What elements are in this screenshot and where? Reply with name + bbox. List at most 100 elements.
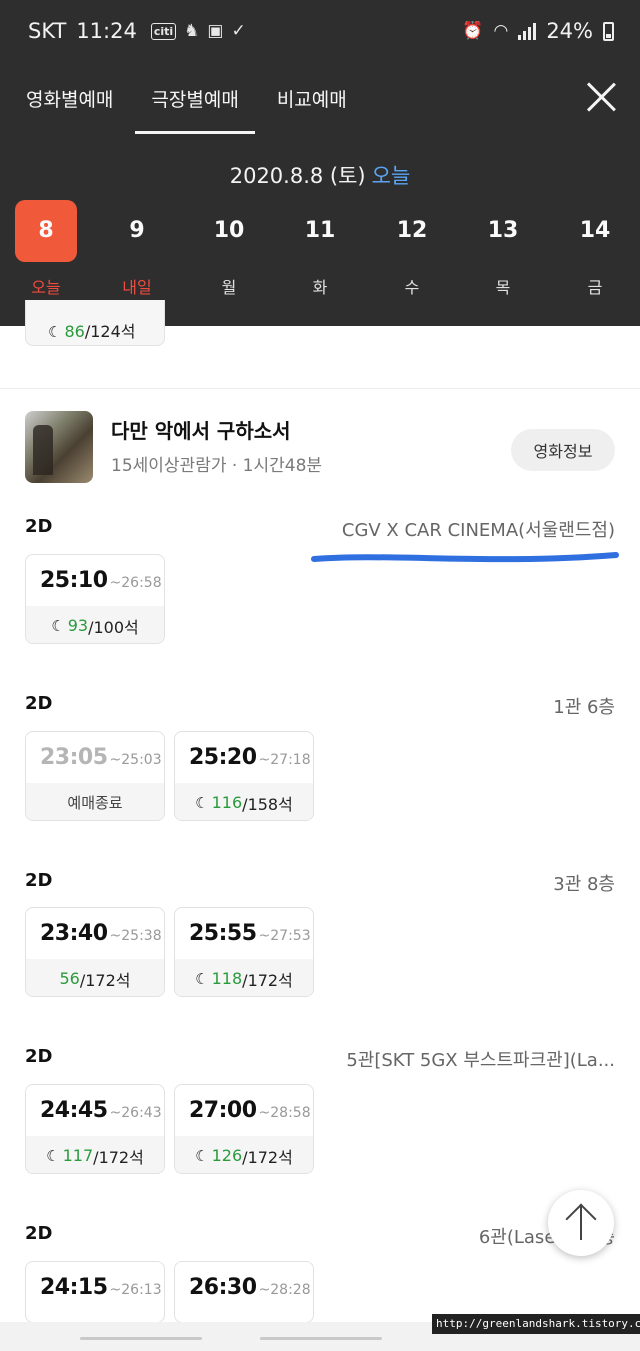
day-number: 14: [579, 218, 611, 243]
close-icon[interactable]: [584, 80, 618, 114]
screen-format: 2D: [25, 1046, 53, 1067]
screen-format: 2D: [25, 1223, 53, 1244]
day-10[interactable]: 10 월: [198, 200, 260, 300]
showtime-card[interactable]: 25:55 ~27:53 ☾ 118/172석: [174, 907, 314, 997]
tab-by-movie[interactable]: 영화별예매: [26, 62, 113, 134]
date-text: 2020.8.8 (토): [229, 164, 366, 188]
showtime-card[interactable]: 24:45 ~26:43 ☾ 117/172석: [25, 1084, 165, 1174]
bottom-indicator: [260, 1337, 382, 1340]
showtime-card[interactable]: 25:10 ~26:58 ☾ 93/100석: [25, 554, 165, 644]
moon-icon: ☾: [195, 969, 209, 988]
signal-icon: [518, 22, 537, 40]
screening-header: 2D 1관 6층: [25, 693, 615, 723]
start-time: 25:55: [189, 921, 257, 946]
seats-available: 93: [67, 616, 89, 635]
start-time: 23:05: [40, 745, 108, 770]
showtime-card[interactable]: 24:15 ~26:13: [25, 1261, 165, 1323]
today-link[interactable]: 오늘: [372, 164, 411, 188]
day-label: 내일: [122, 278, 152, 297]
end-time: ~25:38: [109, 927, 162, 944]
start-time: 26:30: [189, 1275, 257, 1300]
day-label: 월: [221, 278, 237, 297]
end-time: ~27:18: [258, 751, 311, 768]
hall-name: 3관 8층: [553, 874, 615, 895]
v3-app-icon: ✓: [231, 21, 246, 41]
showtime-card[interactable]: 26:30 ~28:28: [174, 1261, 314, 1323]
end-time: ~25:03: [109, 751, 162, 768]
moon-icon: ☾: [195, 793, 209, 812]
booking-closed-label: 예매종료: [67, 794, 123, 812]
clock: 11:24: [76, 19, 137, 43]
seats-total: /124석: [84, 322, 136, 341]
start-time: 23:40: [40, 921, 108, 946]
seats-total: /158석: [242, 794, 293, 814]
movie-title: 다만 악에서 구하소서: [111, 419, 291, 443]
end-time: ~26:43: [109, 1104, 162, 1121]
alarm-icon: ⏰: [462, 21, 484, 41]
moon-icon: ☾: [46, 1146, 60, 1165]
day-label: 금: [587, 278, 603, 297]
day-14[interactable]: 14 금: [564, 200, 626, 300]
start-time: 27:00: [189, 1098, 257, 1123]
showtime-card[interactable]: 23:40 ~25:38 56/172석: [25, 907, 165, 997]
seats-available: 86: [64, 322, 85, 341]
moon-icon: ☾: [48, 323, 62, 341]
showtime-card[interactable]: 25:20 ~27:18 ☾ 116/158석: [174, 731, 314, 821]
screen-format: 2D: [25, 870, 53, 891]
moon-icon: ☾: [195, 1146, 209, 1165]
screening-header: 2D 6관(Laser) 10층: [25, 1223, 615, 1253]
carrier: SKT: [28, 19, 67, 43]
battery-icon: [603, 21, 614, 41]
day-13[interactable]: 13 목: [472, 200, 534, 300]
movie-info-button[interactable]: 영화정보: [511, 429, 615, 471]
seats-available: 117: [62, 1146, 94, 1165]
movie-poster[interactable]: [25, 411, 93, 483]
booking-header: SKT 11:24 citi ♞ ▣ ✓ ⏰ ◠ 24% 영화별예매 극장별예매…: [0, 0, 640, 326]
showtime-card-partial[interactable]: ☾ 86/124석: [25, 300, 165, 346]
day-number: 13: [487, 218, 519, 243]
day-label: 목: [495, 278, 511, 297]
scroll-to-top-button[interactable]: [548, 1190, 614, 1256]
bottom-indicator: [80, 1337, 202, 1340]
movie-header: 다만 악에서 구하소서 15세이상관람가 · 1시간48분 영화정보: [25, 411, 617, 485]
tab-compare[interactable]: 비교예매: [277, 62, 347, 134]
screening-header: 2D 3관 8층: [25, 870, 615, 900]
day-8[interactable]: 8 오늘: [15, 200, 77, 300]
battery-percent: 24%: [546, 19, 593, 43]
seats-available: 118: [211, 969, 243, 988]
end-time: ~28:28: [258, 1281, 311, 1298]
start-time: 25:20: [189, 745, 257, 770]
date-selector: 8 오늘 9 내일 10 월 11 화 12 수 13 목 14 금: [0, 200, 640, 310]
hall-name: 1관 6층: [553, 697, 615, 718]
start-time: 24:15: [40, 1275, 108, 1300]
screen-format: 2D: [25, 516, 53, 537]
end-time: ~26:58: [109, 574, 162, 591]
seats-available: 56: [59, 969, 80, 988]
moon-icon: ☾: [51, 616, 65, 635]
citi-app-icon: citi: [150, 22, 177, 40]
start-time: 24:45: [40, 1098, 108, 1123]
selected-date: 2020.8.8 (토) 오늘: [0, 160, 640, 190]
end-time: ~27:53: [258, 927, 311, 944]
hall-name: 5관[SKT 5GX 부스트파크관](La...: [346, 1050, 615, 1071]
showtime-card[interactable]: 27:00 ~28:58 ☾ 126/172석: [174, 1084, 314, 1174]
seats-total: /172석: [79, 970, 131, 990]
hall-name: CGV X CAR CINEMA(서울랜드점): [341, 520, 615, 541]
wifi-icon: ◠: [493, 21, 509, 41]
seats-available: 116: [211, 793, 243, 812]
day-11[interactable]: 11 화: [289, 200, 351, 300]
day-label: 수: [404, 278, 420, 297]
day-9[interactable]: 9 내일: [106, 200, 168, 300]
seats-total: /172석: [242, 1147, 293, 1167]
blue-underline-annotation: [311, 552, 619, 563]
seats-available: 126: [211, 1146, 243, 1165]
day-label: 화: [312, 278, 328, 297]
tab-by-theater[interactable]: 극장별예매: [135, 62, 256, 134]
day-12[interactable]: 12 수: [381, 200, 443, 300]
seats-total: /172석: [242, 970, 293, 990]
day-number: 9: [129, 218, 145, 243]
section-divider: [0, 388, 640, 389]
booking-tabs: 영화별예매 극장별예매 비교예매: [0, 62, 640, 134]
start-time: 25:10: [40, 568, 108, 593]
end-time: ~26:13: [109, 1281, 162, 1298]
